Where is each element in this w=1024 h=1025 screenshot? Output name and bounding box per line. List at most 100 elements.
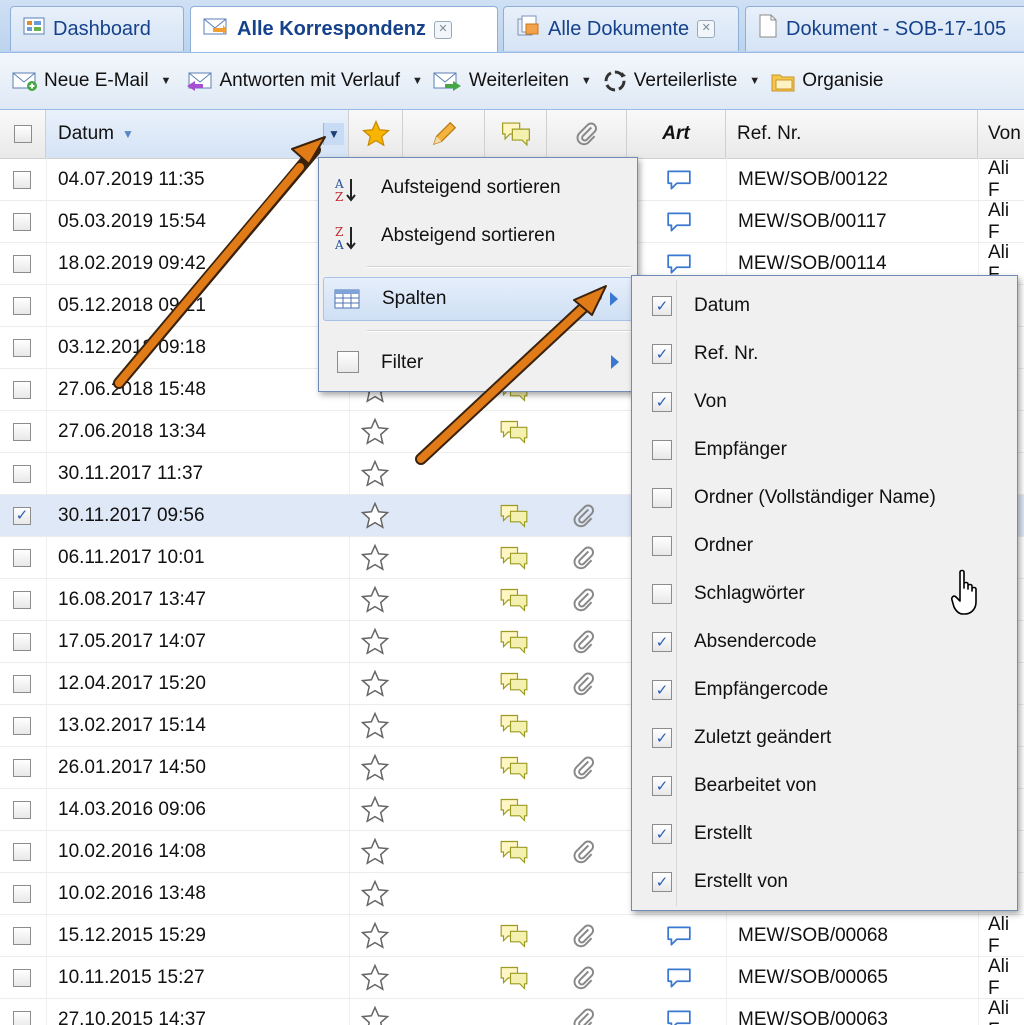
row-checkbox[interactable] xyxy=(13,243,31,284)
column-toggle-checkbox[interactable]: ✓ xyxy=(652,824,672,844)
column-toggle-checkbox[interactable]: ✓ xyxy=(652,344,672,364)
chevron-down-icon[interactable]: ▼ xyxy=(412,75,423,87)
row-checkbox[interactable] xyxy=(13,201,31,242)
row-checkbox[interactable] xyxy=(13,579,31,620)
column-toggle-checkbox[interactable]: ✓ xyxy=(652,632,672,652)
star-icon[interactable] xyxy=(360,789,390,830)
select-all-checkbox[interactable] xyxy=(13,125,32,143)
table-row[interactable]: 15.12.2015 15:29 MEW/SOB/00068 Ali F xyxy=(0,914,1024,957)
columns-submenu-item[interactable]: Ordner (Vollständiger Name) xyxy=(632,474,1017,522)
header-art[interactable]: Art xyxy=(627,110,726,158)
chevron-down-icon[interactable]: ▼ xyxy=(581,75,592,87)
menu-item-columns[interactable]: Spalten xyxy=(323,277,633,321)
submenu-arrow-icon xyxy=(610,292,618,306)
column-toggle-checkbox[interactable] xyxy=(652,488,672,508)
row-date: 30.11.2017 09:56 xyxy=(58,504,205,526)
row-checkbox[interactable] xyxy=(13,747,31,788)
columns-submenu-item[interactable]: ✓ Empfängercode xyxy=(632,666,1017,714)
column-toggle-checkbox[interactable]: ✓ xyxy=(652,728,672,748)
header-select-all[interactable] xyxy=(0,110,46,158)
row-checkbox[interactable] xyxy=(13,999,31,1025)
column-toggle-checkbox[interactable] xyxy=(652,584,672,604)
tab-alle-korrespondenz[interactable]: Alle Korrespondenz ✕ xyxy=(190,6,498,52)
header-edit[interactable] xyxy=(403,110,485,158)
row-checkbox[interactable] xyxy=(13,411,31,452)
header-von[interactable]: Von xyxy=(978,110,1024,158)
row-checkbox[interactable] xyxy=(13,789,31,830)
row-checkbox[interactable] xyxy=(13,327,31,368)
columns-submenu-item[interactable]: ✓ Erstellt von xyxy=(632,858,1017,906)
column-toggle-checkbox[interactable]: ✓ xyxy=(652,680,672,700)
row-checkbox[interactable] xyxy=(13,159,31,200)
columns-submenu-item[interactable]: ✓ Von xyxy=(632,378,1017,426)
star-icon[interactable] xyxy=(360,747,390,788)
column-menu-trigger[interactable]: ▼ xyxy=(323,123,344,145)
star-icon[interactable] xyxy=(360,663,390,704)
row-checkbox[interactable] xyxy=(13,537,31,578)
columns-submenu-item[interactable]: ✓ Absendercode xyxy=(632,618,1017,666)
organize-button[interactable]: Organisie xyxy=(770,69,884,93)
menu-item-sort-ascending[interactable]: AZ Aufsteigend sortieren xyxy=(323,166,633,210)
tab-dashboard[interactable]: Dashboard xyxy=(10,6,184,51)
row-checkbox[interactable] xyxy=(13,831,31,872)
new-email-button[interactable]: Neue E-Mail ▼ xyxy=(12,70,171,92)
column-toggle-checkbox[interactable]: ✓ xyxy=(652,776,672,796)
column-toggle-checkbox[interactable]: ✓ xyxy=(652,392,672,412)
header-favorite[interactable] xyxy=(349,110,403,158)
close-icon[interactable]: ✕ xyxy=(433,20,452,39)
menu-item-sort-descending[interactable]: ZA Absteigend sortieren xyxy=(323,214,633,258)
row-checkbox[interactable] xyxy=(13,873,31,914)
column-toggle-checkbox[interactable] xyxy=(652,440,672,460)
table-row[interactable]: 27.10.2015 14:37 MEW/SOB/00063 Ali F xyxy=(0,998,1024,1025)
close-icon[interactable]: ✕ xyxy=(697,20,716,38)
reply-icon xyxy=(181,70,215,92)
tab-alle-dokumente[interactable]: Alle Dokumente ✕ xyxy=(503,6,739,51)
row-checkbox[interactable] xyxy=(13,705,31,746)
row-checkbox[interactable] xyxy=(13,453,31,494)
row-checkbox[interactable] xyxy=(13,285,31,326)
star-icon[interactable] xyxy=(360,495,390,536)
columns-submenu-item[interactable]: Schlagwörter xyxy=(632,570,1017,618)
row-checkbox[interactable] xyxy=(13,957,31,998)
menu-item-filter[interactable]: Filter xyxy=(323,341,633,385)
chevron-down-icon[interactable]: ▼ xyxy=(749,75,760,87)
star-icon[interactable] xyxy=(360,873,390,914)
columns-submenu-item[interactable]: ✓ Ref. Nr. xyxy=(632,330,1017,378)
reply-with-history-button[interactable]: Antworten mit Verlauf ▼ xyxy=(181,70,423,92)
star-icon[interactable] xyxy=(360,705,390,746)
columns-submenu-item[interactable]: ✓ Bearbeitet von xyxy=(632,762,1017,810)
header-comments[interactable] xyxy=(485,110,547,158)
header-datum[interactable]: Datum ▼ ▼ xyxy=(46,110,349,158)
star-icon[interactable] xyxy=(360,579,390,620)
column-toggle-checkbox[interactable] xyxy=(652,536,672,556)
row-checkbox[interactable] xyxy=(13,621,31,662)
row-checkbox[interactable] xyxy=(13,663,31,704)
star-icon[interactable] xyxy=(360,621,390,662)
star-icon[interactable] xyxy=(360,411,390,452)
columns-submenu-item[interactable]: ✓ Erstellt xyxy=(632,810,1017,858)
row-checkbox[interactable] xyxy=(13,915,31,956)
columns-submenu-item[interactable]: Ordner xyxy=(632,522,1017,570)
star-icon[interactable] xyxy=(360,453,390,494)
columns-submenu-item[interactable]: ✓ Datum xyxy=(632,282,1017,330)
column-toggle-checkbox[interactable]: ✓ xyxy=(652,296,672,316)
sort-ascending-icon: AZ xyxy=(333,176,359,210)
columns-submenu-item[interactable]: ✓ Zuletzt geändert xyxy=(632,714,1017,762)
star-icon[interactable] xyxy=(360,915,390,956)
row-checkbox[interactable] xyxy=(13,369,31,410)
header-ref[interactable]: Ref. Nr. xyxy=(726,110,978,158)
filter-checkbox[interactable] xyxy=(337,351,359,379)
chevron-down-icon[interactable]: ▼ xyxy=(161,75,172,87)
star-icon[interactable] xyxy=(360,831,390,872)
tab-dokument-sob[interactable]: Dokument - SOB-17-105 xyxy=(745,6,1024,51)
columns-submenu-item[interactable]: Empfänger xyxy=(632,426,1017,474)
distribution-list-button[interactable]: Verteilerliste ▼ xyxy=(602,68,760,94)
star-icon[interactable] xyxy=(360,537,390,578)
column-toggle-checkbox[interactable]: ✓ xyxy=(652,872,672,892)
forward-button[interactable]: Weiterleiten ▼ xyxy=(433,70,592,92)
star-icon[interactable] xyxy=(360,957,390,998)
table-row[interactable]: 10.11.2015 15:27 MEW/SOB/00065 Ali F xyxy=(0,956,1024,999)
row-checkbox[interactable]: ✓ xyxy=(13,495,31,536)
header-attachments[interactable] xyxy=(547,110,627,158)
star-icon[interactable] xyxy=(360,999,390,1025)
